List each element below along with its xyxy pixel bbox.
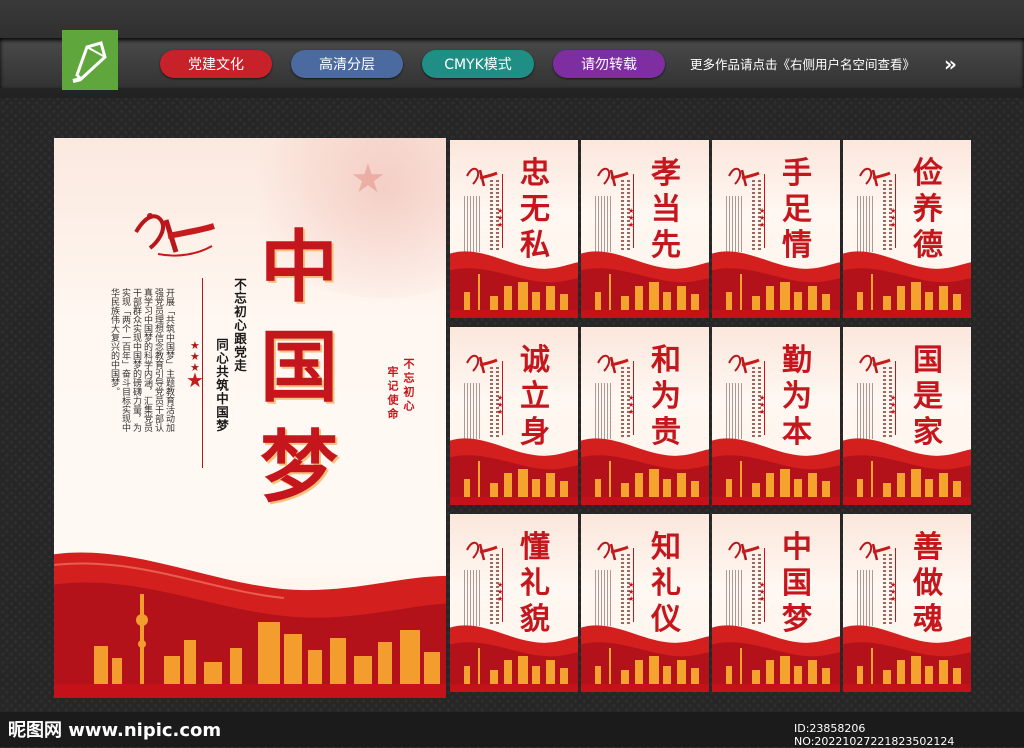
vertical-caption [621,554,624,624]
city-skyline [450,274,578,318]
poster-card[interactable]: ★ ★ ★ 俭养德 [843,140,971,318]
vertical-caption [621,367,624,437]
city-skyline [54,594,446,698]
small-stars-icon: ★ ★ ★ [759,207,766,229]
city-skyline [843,274,971,318]
vertical-caption [490,554,493,624]
double-arrow-icon[interactable]: » [944,52,957,76]
city-skyline [450,461,578,505]
tag-party-culture[interactable]: 党建文化 [160,50,272,78]
poster-card[interactable]: ★ ★ ★ 懂礼貌 [450,514,578,692]
poster-card[interactable]: ★ ★ ★ 孝当先 [581,140,709,318]
small-stars-icon: ★ ★ ★ [890,581,897,603]
tag-cmyk-mode[interactable]: CMYK模式 [422,50,534,78]
star-icon: ★ [186,368,204,392]
poster-card[interactable]: ★ ★ ★ 勤为本 [712,327,840,505]
city-skyline [581,274,709,318]
city-skyline [843,461,971,505]
vertical-caption [490,180,493,250]
tag-hd-layers[interactable]: 高清分层 [291,50,403,78]
tag-no-repost[interactable]: 请勿转载 [553,50,665,78]
page-title: 中国梦 [259,222,338,513]
image-id: ID:23858206 NO:20221027221823502124 [794,722,955,748]
small-stars-icon: ★ ★ ★ [890,207,897,229]
subtitle-2: 同心共筑中国梦 [214,338,229,433]
vertical-caption [621,180,624,250]
poster-card[interactable]: ★ ★ ★ 中国梦 [712,514,840,692]
subtitle-1: 不忘初心跟党走 [232,278,247,373]
poster-card[interactable]: ★ ★ ★ 忠无私 [450,140,578,318]
small-stars-icon: ★ ★ ★ [890,394,897,416]
poster-card[interactable]: ★ ★ ★ 和为贵 [581,327,709,505]
vertical-caption [752,554,755,624]
vertical-caption [883,367,886,437]
small-stars-icon: ★ ★ ★ [497,581,504,603]
more-works-link[interactable]: 更多作品请点击《右侧用户名空间查看》 [690,54,915,73]
small-stars-icon: ★ ★ ★ [628,394,635,416]
pen-logo-icon[interactable] [62,30,118,90]
poster-card[interactable]: ★ ★ ★ 国是家 [843,327,971,505]
body-text: 开展「共筑中国梦」主题教育活动加强党员理想信念教育引导党员干部认真学习中国梦的科… [109,288,174,432]
small-stars-icon: ★ ★ ★ [628,581,635,603]
small-stars-icon: ★ ★ ★ [759,581,766,603]
vertical-caption [883,180,886,250]
city-skyline [450,648,578,692]
small-stars-icon: ★ ★ ★ [497,394,504,416]
city-skyline [712,648,840,692]
poster-card[interactable]: ★ ★ ★ 诚立身 [450,327,578,505]
vertical-caption [883,554,886,624]
vertical-caption [752,180,755,250]
city-skyline [843,648,971,692]
city-skyline [581,648,709,692]
city-skyline [581,461,709,505]
small-stars-icon: ★ ★ ★ [497,207,504,229]
small-stars-icon: ★ ★ ★ [628,207,635,229]
city-skyline [712,274,840,318]
china-dream-logo-icon [134,213,215,257]
faded-star-icon: ★ [350,156,386,202]
city-skyline [712,461,840,505]
seal-text: 不忘初心 牢记使命 [386,358,415,422]
vertical-caption [752,367,755,437]
poster-card[interactable]: ★ ★ ★ 手足情 [712,140,840,318]
small-stars-icon: ★ ★ ★ [759,394,766,416]
poster-card[interactable]: ★ ★ ★ 知礼仪 [581,514,709,692]
main-poster: ★ 中国梦 不忘初心跟党走 同心共筑中国梦 ★ ★ ★ ★ 开展「共筑中国梦」主题教… [54,138,446,698]
poster-card[interactable]: ★ ★ ★ 善做魂 [843,514,971,692]
nipic-logo[interactable]: 昵图网 www.nipic.com [8,716,221,742]
vertical-caption [490,367,493,437]
